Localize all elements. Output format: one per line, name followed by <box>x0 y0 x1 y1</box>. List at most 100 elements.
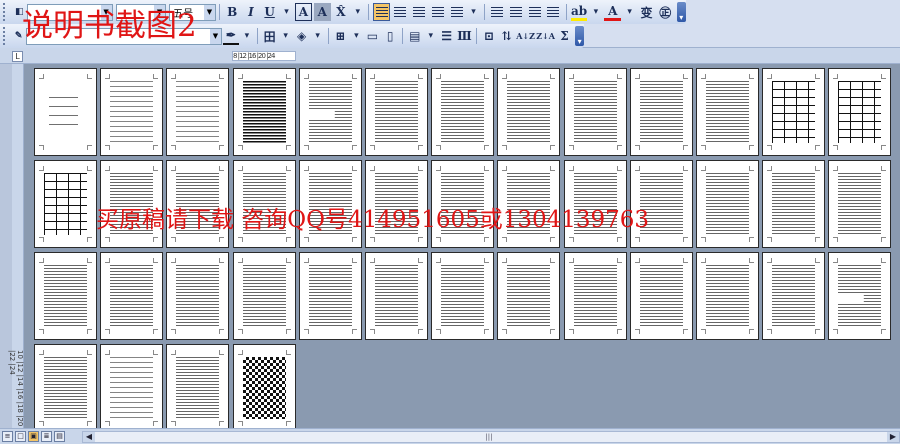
chevron-down-icon[interactable]: ▾ <box>467 3 480 21</box>
margin-corner-mark <box>700 258 706 263</box>
page-thumbnail[interactable] <box>166 68 230 156</box>
page-thumbnail[interactable] <box>431 68 495 156</box>
toolbar-grip[interactable] <box>3 3 9 21</box>
borders-button[interactable]: 田 <box>262 27 278 45</box>
cell-alignment-button[interactable]: ▤ <box>407 27 423 45</box>
page-thumbnail[interactable] <box>100 344 164 432</box>
scroll-left-icon[interactable]: ◀ <box>83 432 95 442</box>
shading-color-button[interactable]: ◈ <box>294 27 310 45</box>
margin-corner-mark <box>436 74 442 79</box>
document-area[interactable] <box>24 64 900 432</box>
chevron-down-icon[interactable]: ▾ <box>350 27 362 45</box>
page-thumbnail[interactable] <box>34 160 97 248</box>
page-thumbnail[interactable] <box>232 68 296 156</box>
page-thumbnail[interactable] <box>232 344 296 432</box>
scroll-right-icon[interactable]: ▶ <box>887 432 899 442</box>
justify-button[interactable] <box>430 3 447 21</box>
character-shading-button[interactable]: A <box>313 3 331 21</box>
merge-cells-button[interactable]: ▭ <box>365 27 381 45</box>
toolbar-options-button[interactable]: ▾ <box>575 26 585 46</box>
page-thumbnail[interactable] <box>695 68 759 156</box>
margin-corner-mark <box>285 145 291 150</box>
sort-ascending-button[interactable]: A↓Z <box>516 27 535 45</box>
increase-indent-button[interactable] <box>545 3 562 21</box>
reading-view-button[interactable]: ▤ <box>54 431 65 442</box>
bullets-button[interactable] <box>508 3 525 21</box>
ruler-marker[interactable]: 8 |12 |16 |20 |24 <box>232 51 296 61</box>
sort-descending-button[interactable]: Z↓A <box>536 27 555 45</box>
margin-corner-mark <box>417 258 423 263</box>
scroll-grip[interactable]: ||| <box>483 433 495 441</box>
line-spacing-button[interactable] <box>448 3 465 21</box>
margin-corner-mark <box>417 237 423 242</box>
character-scale-button[interactable]: X̂ <box>333 3 350 21</box>
line-weight-button[interactable]: ✒ <box>223 27 239 45</box>
page-thumbnail[interactable] <box>100 68 164 156</box>
align-center-button[interactable] <box>392 3 409 21</box>
page-thumbnail[interactable] <box>364 68 428 156</box>
outline-view-button[interactable]: ≣ <box>41 431 52 442</box>
split-cells-button[interactable]: ▯ <box>382 27 398 45</box>
insert-table-button[interactable]: ⊞ <box>333 27 349 45</box>
page-thumbnail[interactable] <box>298 68 362 156</box>
highlight-button[interactable]: ab <box>570 3 588 21</box>
distribute-rows-button[interactable]: ☰ <box>439 27 455 45</box>
margin-corner-mark <box>568 166 574 171</box>
page-thumbnail[interactable] <box>762 68 826 156</box>
font-color-button[interactable]: A <box>604 3 622 21</box>
page-thumbnail[interactable] <box>762 252 826 340</box>
page-thumbnail[interactable] <box>695 252 759 340</box>
numbering-button[interactable] <box>489 3 506 21</box>
toolbar-grip[interactable] <box>3 27 9 45</box>
chevron-down-icon[interactable]: ▾ <box>280 27 292 45</box>
normal-view-button[interactable]: ≡ <box>2 431 13 442</box>
chevron-down-icon[interactable]: ▾ <box>280 3 293 21</box>
text-direction-button[interactable]: ⇅ <box>499 27 515 45</box>
page-thumbnail[interactable] <box>629 68 693 156</box>
page-thumbnail[interactable] <box>100 252 164 340</box>
page-thumbnail[interactable] <box>34 68 97 156</box>
page-thumbnail[interactable] <box>828 252 892 340</box>
page-thumbnail[interactable] <box>497 252 561 340</box>
chevron-down-icon[interactable]: ▾ <box>241 27 253 45</box>
page-thumbnail[interactable] <box>563 68 627 156</box>
page-thumbnail[interactable] <box>431 252 495 340</box>
page-thumbnail[interactable] <box>364 252 428 340</box>
horizontal-scrollbar[interactable]: ◀ ||| ▶ <box>82 431 900 443</box>
decrease-indent-button[interactable] <box>526 3 543 21</box>
italic-button[interactable]: I <box>243 3 260 21</box>
page-thumbnail[interactable] <box>828 68 892 156</box>
page-thumbnail[interactable] <box>34 252 97 340</box>
chevron-down-icon[interactable]: ▾ <box>312 27 324 45</box>
align-right-button[interactable] <box>411 3 428 21</box>
print-view-button[interactable]: ▣ <box>28 431 39 442</box>
tab-selector-button[interactable]: L <box>12 51 23 62</box>
page-thumbnail[interactable] <box>166 252 230 340</box>
chevron-down-icon[interactable]: ▾ <box>589 3 602 21</box>
chevron-down-icon[interactable]: ▾ <box>425 27 437 45</box>
page-thumbnail[interactable] <box>629 252 693 340</box>
page-thumbnail[interactable] <box>34 344 97 432</box>
page-thumbnail[interactable] <box>695 160 759 248</box>
page-thumbnail[interactable] <box>497 68 561 156</box>
toolbar-options-button[interactable]: ▾ <box>676 2 686 22</box>
web-view-button[interactable]: □ <box>15 431 26 442</box>
page-thumbnail[interactable] <box>828 160 892 248</box>
page-thumbnail[interactable] <box>762 160 826 248</box>
page-thumbnail[interactable] <box>298 252 362 340</box>
autosum-button[interactable]: Σ <box>557 27 573 45</box>
underline-button[interactable]: U <box>261 3 278 21</box>
bold-button[interactable]: B <box>224 3 241 21</box>
distribute-columns-button[interactable]: Ⅲ <box>457 27 473 45</box>
character-border-button[interactable]: A <box>295 3 312 21</box>
enclose-characters-button[interactable]: ㊣ <box>657 3 674 21</box>
margin-corner-mark <box>87 145 92 150</box>
phonetic-guide-button[interactable]: 变 <box>638 3 655 21</box>
align-left-button[interactable] <box>373 3 391 21</box>
page-thumbnail[interactable] <box>166 344 230 432</box>
table-autoformat-button[interactable]: ⊡ <box>481 27 497 45</box>
chevron-down-icon[interactable]: ▾ <box>623 3 636 21</box>
page-thumbnail[interactable] <box>563 252 627 340</box>
page-thumbnail[interactable] <box>232 252 296 340</box>
chevron-down-icon[interactable]: ▾ <box>351 3 364 21</box>
